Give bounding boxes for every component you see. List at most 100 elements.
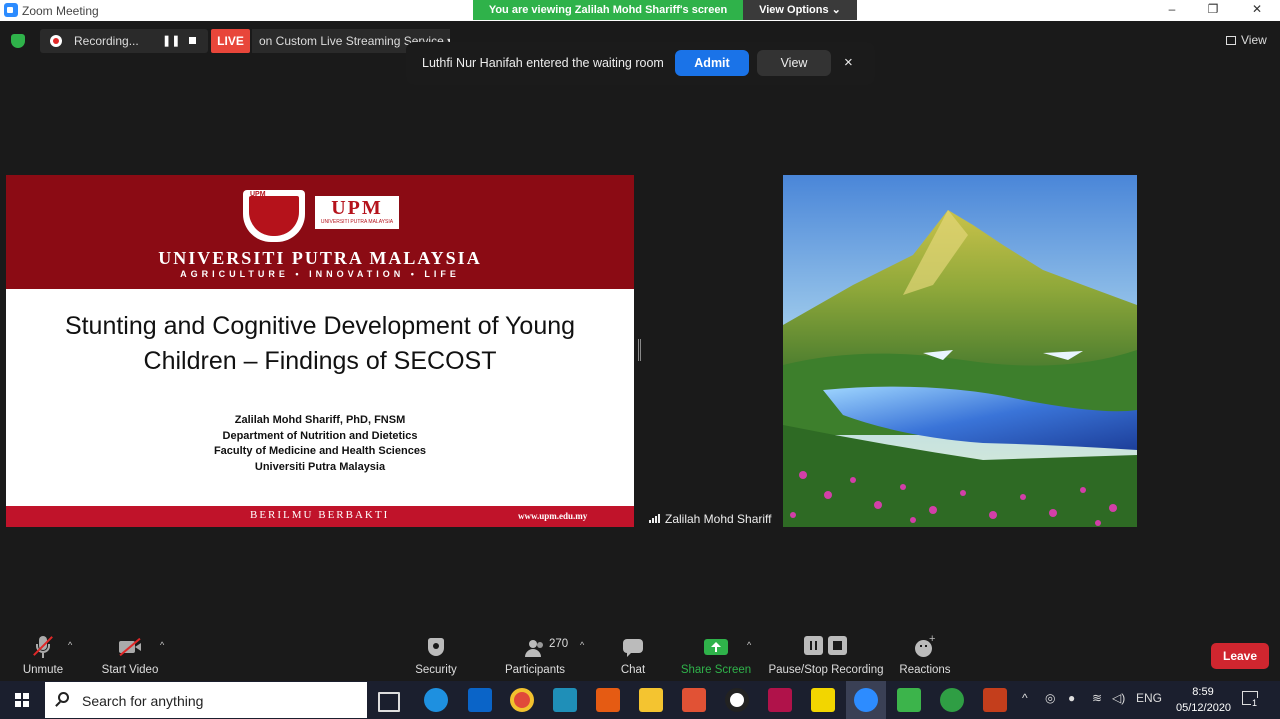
volume-icon[interactable]: ◁) (1112, 691, 1125, 705)
participants-label: Participants (504, 664, 566, 676)
upm-logo-subtext: UNIVERSITI PUTRA MALAYSIA (320, 219, 394, 225)
book-app-icon[interactable] (682, 688, 706, 712)
waiting-room-notification: Luthfi Nur Hanifah entered the waiting r… (406, 42, 875, 85)
participants-button[interactable]: 270 Participants (502, 634, 568, 676)
ns-app-icon[interactable] (897, 688, 921, 712)
zoom-app-icon (4, 3, 18, 17)
start-video-button[interactable]: Start Video (98, 634, 162, 676)
video-options-caret-icon[interactable]: ^ (160, 640, 164, 650)
tray-overflow-icon[interactable]: ^ (1022, 691, 1028, 705)
crest-label: UPM (250, 191, 266, 198)
smiley-add-icon: + (914, 633, 936, 660)
security-button[interactable]: Security (412, 634, 460, 676)
participants-caret-icon[interactable]: ^ (580, 640, 584, 650)
stop-recording-icon[interactable] (189, 37, 196, 44)
slide-department: Department of Nutrition and Dietetics (222, 429, 418, 442)
restore-button[interactable]: ❐ (1203, 2, 1223, 16)
pdf-app-icon[interactable] (596, 688, 620, 712)
split-view-drag-handle[interactable] (638, 339, 641, 361)
waiting-room-message: Luthfi Nur Hanifah entered the waiting r… (422, 56, 664, 70)
participant-video[interactable] (783, 175, 1137, 527)
university-tagline: AGRICULTURE • INNOVATION • LIFE (180, 269, 460, 279)
muted-microphone-icon (31, 634, 55, 660)
file-explorer-icon[interactable] (639, 688, 663, 712)
video-off-icon (117, 634, 143, 660)
share-screen-button[interactable]: Share Screen (680, 634, 752, 676)
upm-logo-text: UPM (331, 197, 383, 219)
notification-center-icon[interactable]: 1 (1242, 691, 1259, 708)
start-button[interactable] (0, 681, 44, 719)
slide-faculty: Faculty of Medicine and Health Sciences (213, 445, 427, 457)
university-name: UNIVERSITI PUTRA MALAYSIA (158, 248, 482, 268)
view-options-button[interactable]: View Options ⌄ (743, 0, 857, 20)
admit-button[interactable]: Admit (675, 50, 749, 76)
pause-recording-icon[interactable]: ❚❚ (162, 34, 180, 47)
clock-date: 05/12/2020 (1176, 702, 1232, 714)
slide-author: Zalilah Mohd Shariff, PhD, FNSM (234, 414, 406, 426)
chat-bubble-icon (622, 634, 644, 660)
minimize-button[interactable]: – (1162, 2, 1182, 16)
leave-meeting-button[interactable]: Leave (1211, 643, 1269, 669)
input-language[interactable]: ENG (1136, 691, 1162, 705)
participant-name: Zalilah Mohd Shariff (665, 512, 772, 526)
meet-now-icon[interactable]: ◎ (1045, 691, 1055, 705)
record-icon (50, 35, 62, 47)
chat-label: Chat (620, 664, 646, 676)
powerpoint-icon[interactable] (983, 688, 1007, 712)
reactions-button[interactable]: + Reactions (898, 633, 952, 676)
pause-stop-icons (804, 634, 848, 660)
mendeley-icon[interactable] (768, 688, 792, 712)
shield-icon (426, 634, 446, 660)
footer-motto: BERILMU BERBAKTI (250, 509, 390, 521)
participants-icon: 270 (503, 634, 569, 660)
zoom-taskbar-button[interactable] (846, 681, 886, 719)
landscape-video-image (783, 175, 1137, 527)
view-layout-button[interactable]: View (1226, 33, 1267, 47)
grid-view-icon (1226, 36, 1236, 45)
view-waiting-room-button[interactable]: View (757, 50, 831, 76)
window-title: Zoom Meeting (22, 4, 99, 18)
camera-app-icon[interactable] (725, 688, 749, 712)
sticky-notes-icon[interactable] (811, 688, 835, 712)
edge-browser-icon[interactable] (424, 688, 448, 712)
wifi-icon[interactable]: ≋ (1092, 691, 1102, 705)
participants-count: 270 (549, 638, 569, 650)
audio-options-caret-icon[interactable]: ^ (68, 640, 72, 650)
slide-institution: Universiti Putra Malaysia (254, 460, 386, 473)
footer-url: www.upm.edu.my (518, 511, 588, 521)
shared-screen-slide: UPM UPM UNIVERSITI PUTRA MALAYSIA UNIVER… (6, 175, 634, 527)
window-title-bar: Zoom Meeting You are viewing Zalilah Moh… (0, 0, 1280, 21)
upm-wordmark: UPM UNIVERSITI PUTRA MALAYSIA (315, 196, 399, 229)
chat-button[interactable]: Chat (612, 634, 654, 676)
view-layout-label: View (1241, 33, 1267, 47)
unmute-button[interactable]: Unmute (18, 634, 68, 676)
taskbar-search[interactable]: Search for anything (45, 682, 367, 718)
share-options-caret-icon[interactable]: ^ (747, 640, 751, 650)
view-options-label: View Options (759, 4, 829, 16)
task-view-icon[interactable] (378, 692, 400, 712)
slide-title-line-1: Stunting and Cognitive Development of Yo… (64, 312, 576, 340)
microphone-tray-icon[interactable]: ● (1068, 691, 1075, 705)
share-screen-label: Share Screen (680, 664, 752, 676)
mail-icon[interactable] (468, 688, 492, 712)
start-video-label: Start Video (101, 664, 159, 676)
close-notification-icon[interactable]: × (844, 54, 853, 71)
remote-desktop-icon[interactable] (553, 688, 577, 712)
close-window-button[interactable]: ✕ (1247, 2, 1267, 16)
security-label: Security (415, 664, 457, 676)
windows-logo-icon (15, 693, 29, 707)
notification-count: 1 (1251, 698, 1259, 708)
clock-time: 8:59 (1192, 686, 1214, 698)
search-placeholder: Search for anything (82, 693, 204, 709)
pause-stop-recording-button[interactable]: Pause/Stop Recording (768, 634, 884, 676)
chrome-icon[interactable] (510, 688, 534, 712)
share-screen-icon (704, 634, 728, 660)
security-shield-icon[interactable] (11, 34, 25, 48)
slide-title-line-2: Children – Findings of SECOST (143, 347, 497, 375)
globe-app-icon[interactable] (940, 688, 964, 712)
slide-author-block: Zalilah Mohd Shariff, PhD, FNSM Departme… (6, 413, 634, 475)
slide-title: Stunting and Cognitive Development of Yo… (6, 309, 634, 379)
taskbar-clock[interactable]: 8:59 05/12/2020 (1176, 684, 1232, 716)
slide-footer: BERILMU BERBAKTI www.upm.edu.my (6, 506, 634, 527)
live-badge[interactable]: LIVE (211, 29, 250, 53)
